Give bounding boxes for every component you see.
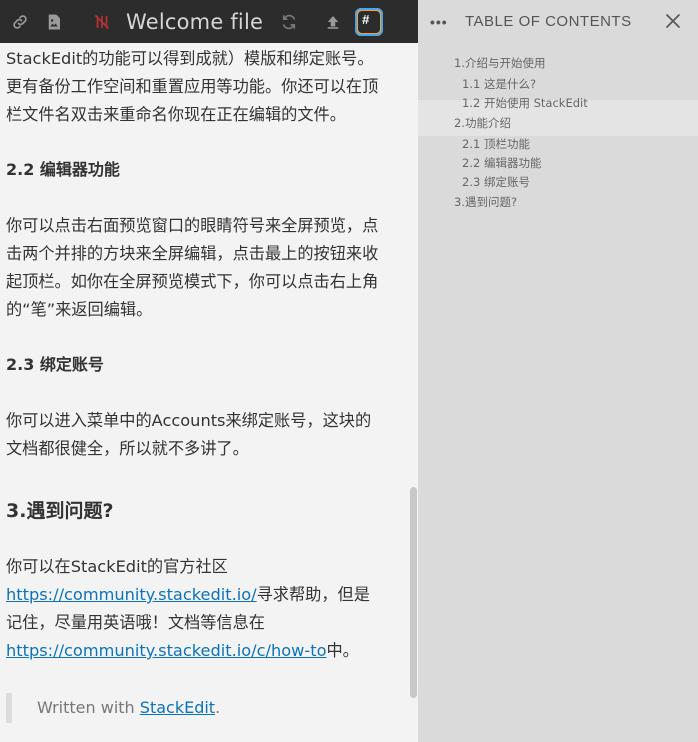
more-options-icon[interactable]: ••• <box>430 14 452 30</box>
toc-item[interactable]: 2.1 顶栏功能 <box>418 135 698 154</box>
preview-content: StackEdit的功能可以得到成就）模版和绑定账号。更有备份工作空间和重置应用… <box>6 43 386 665</box>
toc-toggle-glyph: # <box>358 10 381 33</box>
file-title[interactable]: Welcome file <box>126 10 263 34</box>
blockquote: Written with StackEdit. <box>6 693 386 723</box>
paragraph: 你可以进入菜单中的Accounts来绑定账号，这块的文档都很健全，所以就不多讲了… <box>6 411 372 458</box>
how-to-link[interactable]: https://community.stackedit.io/c/how-to <box>6 641 326 660</box>
toc-item[interactable]: 1.2 开始使用 StackEdit <box>418 94 698 113</box>
quote-suffix: . <box>215 698 221 717</box>
toc-item[interactable]: 2.2 编辑器功能 <box>418 154 698 173</box>
link-icon[interactable] <box>6 8 34 36</box>
toc-item[interactable]: 2.3 绑定账号 <box>418 173 698 192</box>
image-icon[interactable] <box>40 8 68 36</box>
toc-item[interactable]: 3.遇到问题? <box>418 193 698 212</box>
toc-header: ••• TABLE OF CONTENTS <box>418 0 698 43</box>
quote-prefix: Written with <box>37 698 140 717</box>
paragraph: StackEdit的功能可以得到成就）模版和绑定账号。更有备份工作空间和重置应用… <box>6 49 379 124</box>
paragraph: 你可以点击右面预览窗口的眼睛符号来全屏预览，点击两个并排的方块来全屏编辑，点击最… <box>6 216 379 319</box>
navigation-bar: Welcome file # <box>0 0 418 43</box>
toc-item[interactable]: 1.介绍与开始使用 <box>418 54 698 73</box>
preview-pane[interactable]: StackEdit的功能可以得到成就）模版和绑定账号。更有备份工作空间和重置应用… <box>0 43 418 742</box>
close-icon[interactable] <box>664 12 682 30</box>
community-link[interactable]: https://community.stackedit.io/ <box>6 585 257 604</box>
toc-item[interactable]: 2.功能介绍 <box>418 114 698 133</box>
toc-panel: ••• TABLE OF CONTENTS 1.介绍与开始使用 1.1 这是什么… <box>418 0 698 742</box>
stackedit-link[interactable]: StackEdit <box>140 698 215 717</box>
heading-2-3: 2.3 绑定账号 <box>6 355 104 374</box>
text: 中。 <box>326 641 359 660</box>
toc-title: TABLE OF CONTENTS <box>465 13 632 30</box>
toc-list: 1.介绍与开始使用 1.1 这是什么? 1.2 开始使用 StackEdit 2… <box>418 54 698 212</box>
paragraph: 你可以在StackEdit的官方社区 https://community.sta… <box>6 553 386 665</box>
heading-3: 3.遇到问题? <box>6 500 114 522</box>
upload-icon[interactable] <box>319 8 347 36</box>
sync-icon[interactable] <box>275 8 303 36</box>
preview-scrollbar[interactable] <box>410 487 417 698</box>
toc-toggle-icon[interactable]: # <box>355 7 384 36</box>
toc-item[interactable]: 1.1 这是什么? <box>418 75 698 94</box>
heading-2-2: 2.2 编辑器功能 <box>6 160 120 179</box>
text: 你可以在StackEdit的官方社区 <box>6 557 228 576</box>
sync-disabled-icon[interactable] <box>88 8 116 36</box>
